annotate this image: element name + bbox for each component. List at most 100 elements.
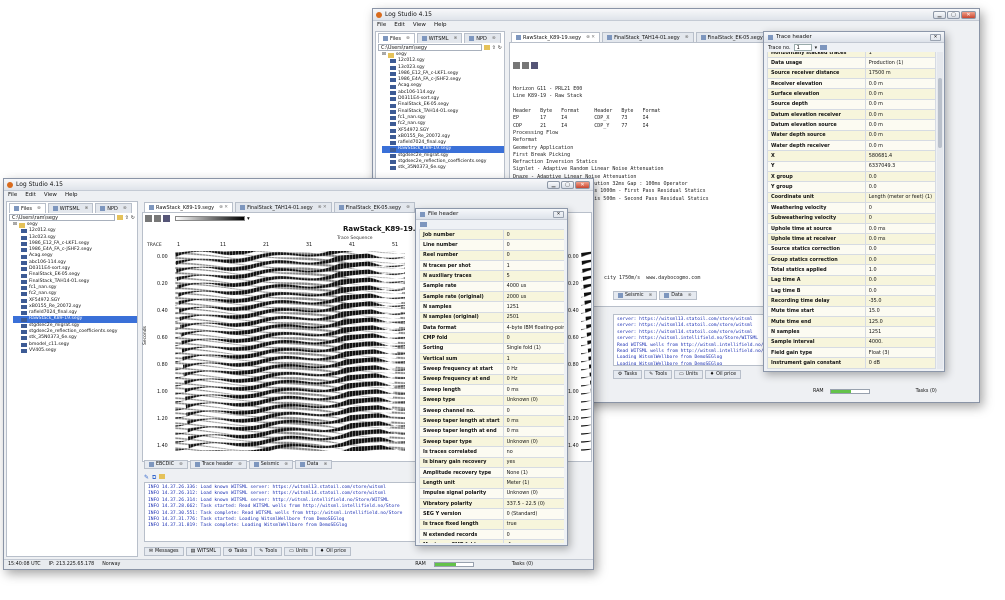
row-value[interactable]: Production (1) [864,57,936,69]
menu-file[interactable]: File [377,22,386,28]
row-value[interactable]: 4000 us [502,280,564,293]
close-icon[interactable]: ⊗ [123,206,127,211]
dialog-close-button[interactable]: ✕ [930,33,941,41]
close-icon[interactable]: ⊗ ✕ [586,35,595,40]
row-value[interactable]: yes [502,456,564,468]
row-value[interactable]: 4000. [864,336,936,348]
tab-ebcdic[interactable]: EBCDIC ⊗ [144,460,188,469]
doc-tab-finalstack-ek[interactable]: FinalStack_EK-05.segy⊗ [333,202,415,212]
scrollbar[interactable] [937,52,943,369]
table-icon[interactable] [820,45,828,50]
row-value[interactable]: 0 Hz [502,373,564,386]
row-value[interactable]: 0.0 m [864,140,936,152]
refresh-icon[interactable]: ↻ [131,215,135,221]
doc-tab-rawstack[interactable]: RawStack_K89-19.segy ⊗ ✕ [144,202,234,212]
row-value[interactable]: 0 [502,332,564,344]
refresh-icon[interactable]: ↻ [498,45,502,51]
close-icon[interactable]: ⊗ [688,293,692,298]
tab-data[interactable]: Data ⊗ [659,291,697,300]
close-icon[interactable]: ⊗ [454,36,458,41]
doc-tab-finalstack-tah[interactable]: FinalStack_TAH14-01.segy ⊗ [602,32,694,42]
row-value[interactable]: 5 [502,270,564,282]
row-value[interactable]: Unknown (0) [502,435,564,448]
row-value[interactable]: true [502,518,564,530]
close-icon[interactable]: ⊗ [648,293,652,298]
row-value[interactable]: 0 dB [864,357,936,369]
row-value[interactable]: Unknown (0) [502,487,564,499]
close-icon[interactable]: ⊗ [406,36,410,41]
row-value[interactable]: 0.0 ms [864,233,936,245]
tab-oil-price[interactable]: ♦ Oil price [704,370,742,379]
row-value[interactable]: 0 [502,528,564,541]
row-value[interactable]: no [502,446,564,458]
tab-units[interactable]: ▭ Units [674,370,703,379]
row-value[interactable]: 0.0 m [864,109,936,121]
row-value[interactable]: 0 [502,229,564,241]
row-value[interactable]: 0 Hz [502,363,564,375]
menu-view[interactable]: View [44,192,57,198]
tab-data[interactable]: Data ⊗ [295,460,333,469]
minimize-button[interactable]: ▁ [547,180,560,189]
clear-icon[interactable]: ✎ [144,474,149,482]
row-value[interactable]: 1.0 [864,264,936,276]
row-value[interactable]: 0.0 m [864,98,936,111]
gain-slider[interactable] [175,216,245,221]
row-value[interactable]: 1 [502,260,564,272]
row-value[interactable]: 15.0 [864,305,936,317]
row-value[interactable]: 0 [502,239,564,251]
close-icon[interactable]: ⊗ ✕ [318,205,327,210]
scrollbar-thumb[interactable] [938,78,942,148]
row-value[interactable]: 1251 [502,301,564,313]
row-value[interactable]: 2501 [502,311,564,324]
tab-tasks[interactable]: ⚙ Tasks [223,547,253,556]
row-value[interactable]: 0 ms [502,415,564,427]
tab-tools[interactable]: ✎ Tools [644,370,673,379]
grid-icon[interactable] [145,215,152,222]
row-value[interactable]: -35.0 [864,295,936,307]
grid-icon[interactable] [522,61,529,69]
tab-npd[interactable]: NPD ⊗ [464,33,501,43]
expand-icon[interactable]: ⊟ [13,222,17,228]
row-value[interactable]: 0 ms [502,384,564,396]
tab-messages[interactable]: ✉ Messages [144,547,184,556]
tab-witsml[interactable]: WITSML ⊗ [47,203,94,213]
close-icon[interactable]: ⊗ ✕ [219,205,228,210]
row-value[interactable]: 0.0 m [864,119,936,131]
maximize-button[interactable]: ▢ [947,10,960,19]
menu-help[interactable]: Help [65,192,78,198]
tab-tasks[interactable]: ⚙ Tasks [613,370,643,379]
tab-witsml[interactable]: WITSML ⊗ [416,33,463,43]
row-value[interactable]: 0.0 [864,171,936,183]
row-value[interactable]: 125.0 [864,315,936,328]
close-icon[interactable]: ⊗ [85,206,89,211]
tab-seismic[interactable]: Seismic ⊗ [613,291,658,300]
seismic-section[interactable] [175,251,405,451]
close-icon[interactable]: ⊗ [238,462,242,467]
row-value[interactable]: 1251 [864,326,936,338]
expand-icon[interactable]: ⊟ [382,52,386,58]
tab-seismic[interactable]: Seismic ⊗ [248,460,294,469]
folder-icon[interactable] [116,215,123,220]
grid-icon[interactable] [513,61,520,69]
menu-edit[interactable]: Edit [25,192,36,198]
menu-file[interactable]: File [8,192,17,198]
row-value[interactable]: 0.0 [864,253,936,266]
row-value[interactable]: 0 (Standard) [502,508,564,520]
save-icon[interactable] [531,61,538,69]
row-value[interactable]: 580681.4 [864,150,936,162]
row-value[interactable]: 0.0 [864,284,936,297]
minimize-button[interactable]: ▁ [933,10,946,19]
path-input[interactable]: C:\Users\ram\segy [9,214,115,221]
row-value[interactable]: 0.0 m [864,78,936,90]
close-icon[interactable]: ⊗ [685,35,689,40]
row-value[interactable]: 0.0 [864,274,936,286]
tab-tools[interactable]: ✎ Tools [254,547,283,556]
close-icon[interactable]: ⊗ [37,206,41,211]
close-icon[interactable]: ⊗ [406,205,410,210]
file-item[interactable]: stk_35N0373_6e.sgy [382,165,504,171]
row-value[interactable]: 17500 m [864,67,936,80]
tab-files[interactable]: Files ⊗ [9,203,46,213]
tab-units[interactable]: ▭ Units [284,547,313,556]
row-value[interactable]: 0 dB [864,367,936,369]
grid-icon[interactable] [154,215,161,222]
